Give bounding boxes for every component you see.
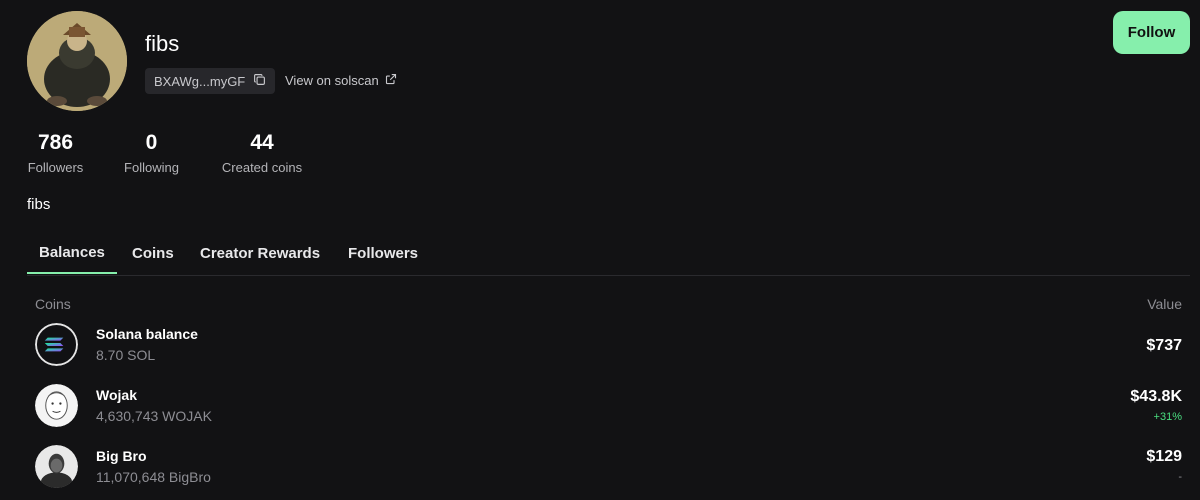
profile-username: fibs — [145, 31, 180, 56]
tab-coins[interactable]: Coins — [132, 232, 174, 274]
profile-avatar-image — [27, 11, 127, 111]
solscan-link-label: View on solscan — [285, 73, 379, 88]
coin-amount-bigbro: 11,070,648 BigBro — [96, 469, 211, 485]
tab-followers[interactable]: Followers — [348, 232, 418, 274]
coin-value-bigbro: $129 — [1146, 448, 1182, 465]
profile-tabs: Balances Coins Creator Rewards Followers — [27, 232, 1190, 276]
column-header-coins: Coins — [35, 296, 71, 312]
wallet-address-chip[interactable]: BXAWg...myGF — [145, 68, 276, 94]
stat-created-coins-value: 44 — [250, 131, 274, 154]
coin-value-solana: $737 — [1146, 337, 1182, 354]
profile-bio: fibs — [27, 196, 51, 213]
wojak-coin-icon — [35, 384, 78, 427]
coin-change-wojak: +31% — [1153, 411, 1182, 423]
coin-change-bigbro: - — [1178, 471, 1182, 483]
coin-amount-solana: 8.70 SOL — [96, 347, 156, 363]
stat-followers-value: 786 — [37, 131, 74, 154]
stat-following[interactable]: 0 Following — [123, 131, 180, 175]
stat-following-label: Following — [124, 160, 179, 175]
profile-avatar — [27, 11, 127, 111]
tab-balances[interactable]: Balances — [27, 232, 117, 274]
follow-button[interactable]: Follow — [1113, 11, 1190, 54]
column-header-value: Value — [1147, 296, 1182, 312]
coin-name-bigbro[interactable]: Big Bro — [96, 448, 147, 464]
tab-creator-rewards[interactable]: Creator Rewards — [200, 232, 320, 274]
stat-created-coins-label: Created coins — [221, 160, 303, 175]
coin-name-wojak[interactable]: Wojak — [96, 387, 137, 403]
coin-amount-wojak: 4,630,743 WOJAK — [96, 408, 212, 424]
coin-name-solana[interactable]: Solana balance — [96, 326, 198, 342]
copy-icon[interactable] — [253, 73, 266, 89]
view-on-solscan-link[interactable]: View on solscan — [285, 73, 397, 88]
stat-created-coins[interactable]: 44 Created coins — [219, 131, 305, 175]
stat-followers-label: Followers — [27, 160, 84, 175]
solana-logo-icon — [35, 323, 78, 366]
wallet-address: BXAWg...myGF — [154, 73, 246, 89]
bigbro-coin-icon — [35, 445, 78, 488]
coin-value-wojak: $43.8K — [1130, 388, 1182, 405]
stat-following-value: 0 — [145, 131, 158, 154]
external-link-icon — [385, 73, 397, 88]
stat-followers[interactable]: 786 Followers — [27, 131, 84, 175]
